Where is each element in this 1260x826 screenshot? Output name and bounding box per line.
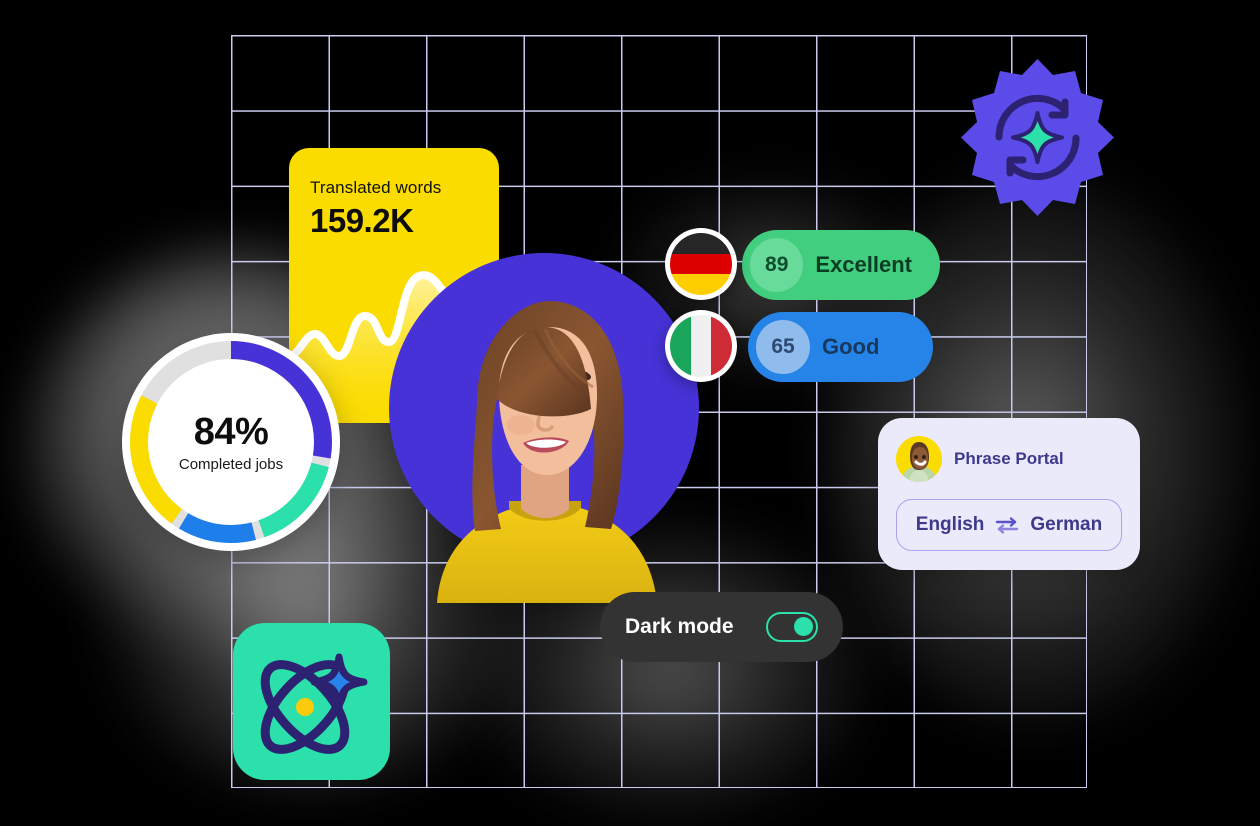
toggle-knob: [794, 617, 813, 636]
ai-atom-tile[interactable]: [233, 623, 390, 780]
target-language-label: German: [1030, 514, 1103, 535]
completed-jobs-percent: 84%: [193, 411, 269, 453]
dark-mode-label: Dark mode: [625, 615, 734, 638]
flag-de-icon: [665, 228, 737, 300]
quality-badge-italian[interactable]: 65 Good: [748, 312, 933, 382]
ai-atom-sparkle-icon: [260, 653, 368, 754]
phrase-portal-title: Phrase Portal: [954, 449, 1064, 468]
translated-words-title: Translated words: [310, 178, 442, 197]
quality-score-value: 65: [756, 320, 810, 374]
donut-center-content: 84% Completed jobs: [122, 333, 340, 551]
source-language-label: English: [915, 514, 985, 535]
dark-mode-toggle[interactable]: [766, 612, 818, 642]
swap-arrows-icon: [996, 517, 1019, 534]
language-pair-pill[interactable]: English German: [896, 499, 1122, 551]
quality-badge-german[interactable]: 89 Excellent: [742, 230, 940, 300]
completed-jobs-caption: Completed jobs: [178, 456, 284, 473]
completed-jobs-donut-card: 84% Completed jobs: [122, 333, 340, 551]
flag-it-icon: [665, 310, 737, 382]
hero-graphic-canvas: Translated words 159.2K 84% Completed jo…: [0, 0, 1260, 826]
dark-mode-pill[interactable]: Dark mode: [600, 592, 843, 662]
auto-refresh-sparkle-icon[interactable]: [955, 55, 1120, 220]
phrase-portal-card[interactable]: Phrase Portal English German: [878, 418, 1140, 570]
quality-rating-label: Good: [822, 334, 880, 359]
portrait-illustration: [437, 301, 657, 603]
quality-score-value: 89: [750, 238, 804, 292]
avatar: [896, 436, 942, 482]
phrase-portal-header: Phrase Portal: [896, 436, 1122, 482]
quality-rating-label: Excellent: [815, 252, 912, 277]
translated-words-value: 159.2K: [310, 202, 414, 239]
portrait-photo: [389, 253, 699, 603]
